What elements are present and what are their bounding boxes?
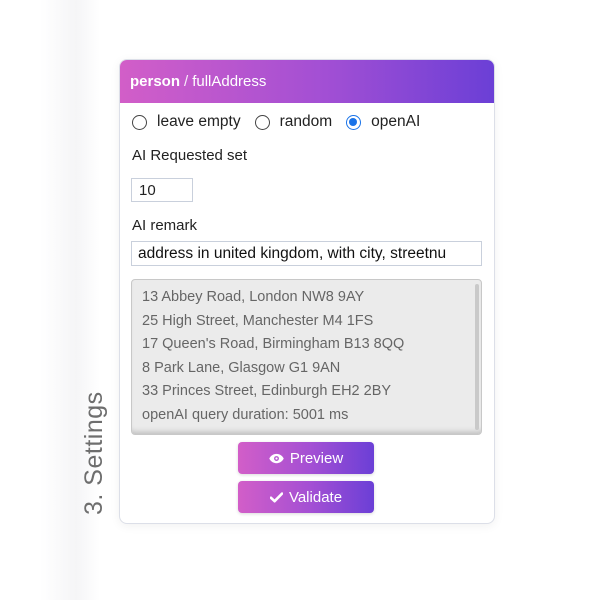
radio-button-openai[interactable] <box>346 114 362 130</box>
result-line: 13 Abbey Road, London NW8 9AY <box>142 289 365 305</box>
results-textarea[interactable]: 13 Abbey Road, London NW8 9AY 25 High St… <box>131 279 482 435</box>
entity-name: person <box>130 73 181 90</box>
query-duration-line: openAI query duration: 5001 ms <box>142 406 349 423</box>
eye-icon <box>269 453 284 464</box>
section-label: 3. Settings <box>80 391 108 515</box>
result-line: 25 High Street, Manchester M4 1FS <box>142 312 374 329</box>
field-settings-card: person / fullAddress leave empty random … <box>119 59 495 524</box>
requested-set-label: AI Requested set <box>132 147 248 164</box>
radio-label-openai: openAI <box>371 113 421 130</box>
validate-button-label: Validate <box>288 488 343 506</box>
mode-radio-group: leave empty random openAI <box>132 113 434 131</box>
radio-openai[interactable]: openAI <box>346 113 420 131</box>
remark-input[interactable] <box>131 241 482 266</box>
radio-label-random: random <box>279 113 333 130</box>
result-line: 33 Princes Street, Edinburgh EH2 2BY <box>142 383 392 399</box>
radio-button-random[interactable] <box>254 114 270 130</box>
radio-random[interactable]: random <box>254 113 333 131</box>
field-name: fullAddress <box>192 73 267 90</box>
results-scrollbar[interactable] <box>475 284 479 430</box>
result-line: 8 Park Lane, Glasgow G1 9AN <box>142 359 341 376</box>
requested-set-input[interactable] <box>131 178 193 202</box>
preview-button[interactable]: Preview <box>238 442 374 474</box>
preview-button-label: Preview <box>289 449 344 467</box>
remark-label: AI remark <box>132 217 198 234</box>
settings-page: 3. Settings person / fullAddress leave e… <box>0 0 600 600</box>
result-line: 17 Queen's Road, Birmingham B13 8QQ <box>142 336 405 352</box>
card-header: person / fullAddress <box>120 60 494 103</box>
check-icon <box>269 491 283 503</box>
radio-label-leave-empty: leave empty <box>157 113 241 130</box>
radio-leave-empty[interactable]: leave empty <box>132 113 241 131</box>
radio-button-leave-empty[interactable] <box>132 114 147 130</box>
header-separator: / <box>184 73 189 90</box>
validate-button[interactable]: Validate <box>238 481 374 513</box>
